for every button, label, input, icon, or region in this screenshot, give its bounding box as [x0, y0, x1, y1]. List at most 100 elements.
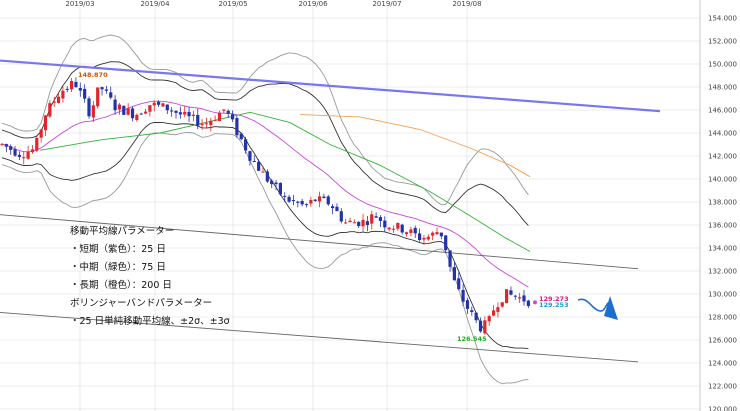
- candle-body: [474, 312, 478, 321]
- ma-long-200: [299, 114, 531, 178]
- candle-body: [500, 302, 504, 307]
- candle-body: [126, 108, 130, 115]
- candle-body: [213, 119, 217, 121]
- candle-body: [322, 196, 326, 198]
- candle-body: [261, 171, 265, 173]
- y-tick-label: 130.000: [708, 291, 737, 299]
- candle-body: [178, 112, 182, 115]
- candle-body: [91, 105, 95, 118]
- candle-body: [204, 123, 209, 125]
- candle-body: [217, 112, 222, 121]
- candle-body: [26, 151, 30, 159]
- candle-body: [209, 120, 213, 126]
- candle-body: [4, 144, 8, 147]
- candle-body: [174, 110, 178, 113]
- y-tick-label: 122.000: [708, 383, 737, 391]
- y-tick-label: 154.000: [708, 15, 737, 23]
- candle-body: [435, 232, 439, 235]
- y-axis: 120.000 122.000 124.000 126.000 128.000 130.0…: [708, 15, 737, 411]
- candle-body: [383, 220, 387, 228]
- y-tick-label: 136.000: [708, 222, 737, 230]
- candle-body: [344, 222, 348, 224]
- candle-body: [487, 316, 491, 322]
- candle-body: [0, 143, 4, 145]
- candle-body: [444, 235, 448, 251]
- y-tick-label: 134.000: [708, 245, 737, 253]
- candle-body: [100, 87, 104, 90]
- x-tick-label: 2019/06: [298, 0, 328, 8]
- candle-body: [43, 115, 48, 131]
- candle-body: [448, 250, 452, 267]
- x-tick-label: 2019/03: [65, 0, 94, 8]
- candle-body: [505, 289, 509, 304]
- candle-body: [452, 267, 456, 281]
- y-tick-label: 142.000: [708, 153, 737, 161]
- candle-body: [17, 154, 21, 157]
- candle-body: [61, 90, 65, 99]
- candle-body: [496, 307, 500, 312]
- candle-body: [283, 195, 287, 197]
- candle-body: [87, 98, 91, 117]
- candle-body: [374, 216, 378, 218]
- candle-body: [357, 221, 361, 227]
- candle-body: [252, 160, 256, 162]
- y-tick-label: 138.000: [708, 199, 737, 207]
- candle-body: [48, 103, 52, 117]
- candle-body: [122, 105, 126, 115]
- candle-body: [117, 104, 122, 110]
- last-price-marker: [533, 300, 537, 305]
- y-tick-label: 124.000: [708, 360, 737, 368]
- y-tick-label: 148.000: [708, 84, 737, 92]
- candle-body: [522, 295, 526, 302]
- candle-body: [404, 232, 409, 235]
- candle-body: [56, 96, 61, 103]
- candle-body: [300, 200, 304, 205]
- candle-body: [483, 320, 487, 334]
- candle-body: [52, 101, 56, 103]
- candle-body: [139, 113, 143, 115]
- parameter-legend: 移動平均線パラメーター・短期（紫色）：25 日・中期（緑色）：75 日・長期（橙…: [70, 225, 230, 327]
- y-tick-label: 128.000: [708, 314, 737, 322]
- candle-body: [470, 310, 474, 313]
- candle-body: [317, 196, 322, 202]
- candle-body: [313, 199, 317, 201]
- candle-body: [170, 110, 174, 112]
- bollinger-upper-3sigma: [1, 34, 529, 206]
- channel-upper-line: [0, 214, 639, 270]
- candle-body: [244, 139, 248, 151]
- legend-line: 移動平均線パラメーター: [70, 225, 174, 237]
- candlestick-chart: 2019/03 2019/04 2019/05 2019/06 2019/07 2019/…: [0, 0, 737, 411]
- legend-line: ・長期（橙色）：200 日: [70, 279, 172, 291]
- candle-body: [478, 320, 483, 332]
- candle-body: [352, 222, 356, 224]
- candle-body: [148, 105, 152, 112]
- candle-body: [265, 171, 269, 182]
- candle-body: [304, 204, 309, 206]
- candle-body: [30, 149, 35, 153]
- candle-body: [257, 161, 261, 171]
- candle-body: [135, 114, 139, 120]
- candle-body: [222, 109, 226, 111]
- candle-body: [109, 92, 113, 98]
- x-tick-label: 2019/08: [452, 0, 481, 8]
- candle-body: [387, 227, 391, 230]
- candle-body: [35, 137, 39, 151]
- x-tick-label: 2019/04: [140, 0, 170, 8]
- candle-body: [152, 102, 156, 106]
- candle-body: [339, 211, 343, 222]
- price-annotation: 148.870: [78, 71, 108, 79]
- candle-body: [278, 182, 282, 195]
- candle-body: [274, 182, 278, 185]
- candle-body: [361, 219, 365, 227]
- candle-body: [396, 222, 400, 229]
- candle-body: [113, 99, 117, 111]
- y-tick-label: 152.000: [708, 38, 737, 46]
- candle-body: [65, 88, 69, 90]
- candle-body: [526, 300, 530, 307]
- candle-body: [309, 200, 313, 204]
- candle-body: [130, 108, 135, 119]
- candle-body: [13, 149, 17, 156]
- candle-body: [235, 118, 239, 136]
- candle-body: [161, 103, 165, 107]
- x-tick-label: 2019/05: [218, 0, 247, 8]
